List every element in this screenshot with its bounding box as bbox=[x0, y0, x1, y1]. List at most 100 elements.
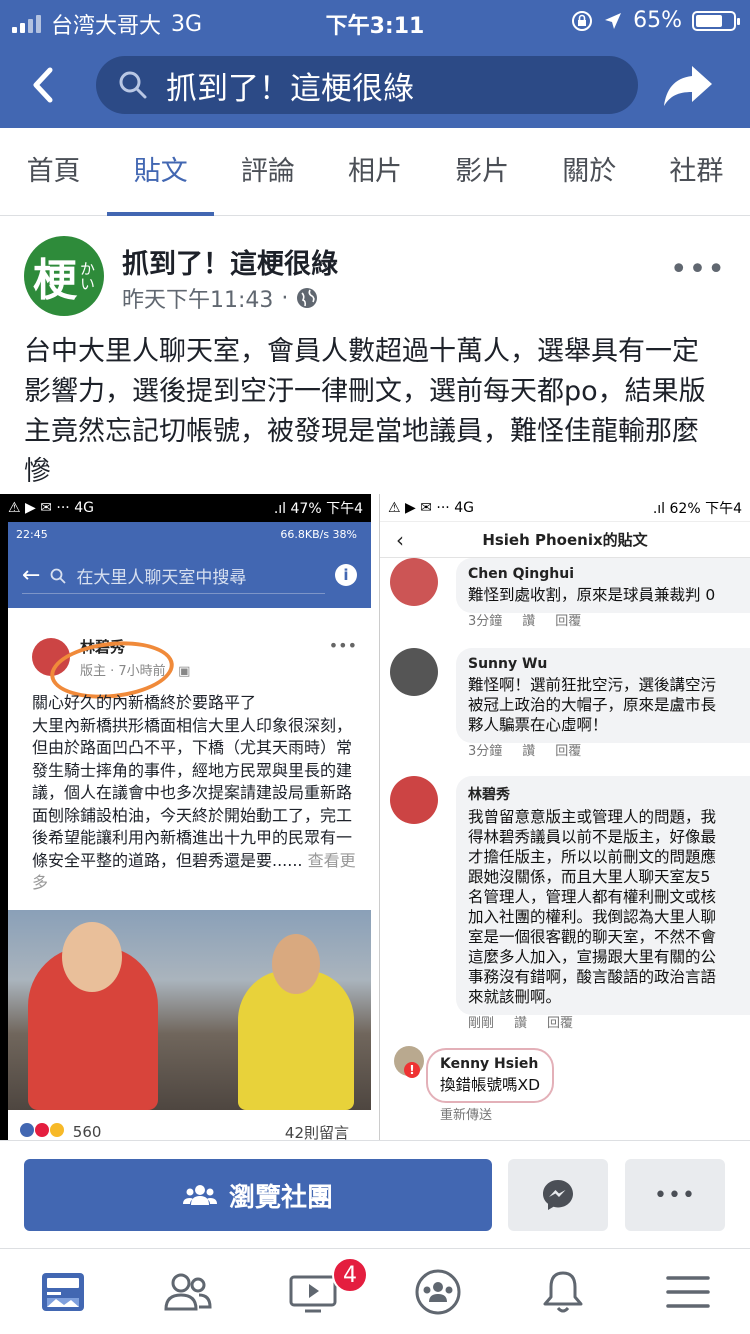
right-screenshot[interactable]: ⚠ ▶ ✉ ··· 4G .ıl 62% 下午4 ‹ Hsieh Phoenix… bbox=[379, 494, 750, 1140]
left-reactions-row: 560 42則留言 bbox=[20, 1114, 363, 1140]
browse-group-label: 瀏覽社團 bbox=[228, 1182, 333, 1213]
back-arrow-icon[interactable] bbox=[20, 60, 70, 110]
right-status-left: ⚠ ▶ ✉ ··· 4G bbox=[388, 499, 474, 516]
left-search-icon bbox=[51, 568, 67, 584]
comment-avatar bbox=[390, 558, 438, 606]
comment-reply: 回覆 bbox=[555, 744, 582, 759]
page-name[interactable]: 抓到了！這梗很綠 bbox=[122, 242, 338, 281]
more-options-icon[interactable]: ••• bbox=[670, 252, 726, 287]
left-info-icon: i bbox=[335, 564, 357, 586]
comment-actions: 3分鐘 讚 回覆 bbox=[468, 740, 581, 759]
bell-icon bbox=[543, 1271, 582, 1312]
kenny-name: Kenny Hsieh bbox=[440, 1056, 539, 1072]
right-title: Hsieh Phoenix的貼文 bbox=[482, 531, 648, 549]
tab-posts[interactable]: 貼文 bbox=[107, 128, 215, 216]
avatar-small-text: かい bbox=[78, 261, 96, 291]
post-meta: 昨天下午11:43 · bbox=[122, 282, 318, 314]
nav-menu[interactable] bbox=[625, 1249, 750, 1334]
comment-author: Sunny Wu bbox=[468, 656, 548, 672]
tab-community[interactable]: 社群 bbox=[643, 128, 750, 215]
left-search-placeholder: 在大里人聊天室中搜尋 bbox=[76, 568, 247, 588]
avatar-char: 梗 bbox=[33, 255, 77, 306]
tab-videos[interactable]: 影片 bbox=[429, 128, 536, 215]
nav-friends[interactable] bbox=[125, 1249, 250, 1334]
post-images[interactable]: ⚠ ▶ ✉ ··· 4G .ıl 47% 下午4 22:45 66.8KB/s … bbox=[0, 494, 750, 1140]
nav-notifications[interactable] bbox=[500, 1249, 625, 1334]
left-inner-status: 66.8KB/s 38% bbox=[280, 528, 357, 541]
messenger-icon bbox=[543, 1180, 573, 1210]
status-right: 65% bbox=[571, 8, 740, 33]
post-header: 梗 かい 抓到了！這梗很綠 昨天下午11:43 · ••• bbox=[24, 236, 726, 316]
left-inner-time: 22:45 bbox=[16, 528, 48, 541]
comment-avatar bbox=[390, 776, 438, 824]
kenny-bubble: Kenny Hsieh 換錯帳號嗎XD bbox=[426, 1048, 555, 1103]
right-comments: Chen Qinghui 難怪到處收割，原來是球員兼裁判 0 3分鐘 讚 回覆 … bbox=[380, 558, 750, 1140]
browse-group-button[interactable]: 瀏覽社團 bbox=[24, 1159, 492, 1231]
right-back-icon: ‹ bbox=[396, 527, 404, 552]
battery-icon bbox=[692, 10, 740, 31]
page-tabs: 首頁 貼文 評論 相片 影片 關於 社群 bbox=[0, 128, 750, 216]
search-input[interactable]: 抓到了！這梗很綠 bbox=[96, 56, 638, 114]
messenger-button[interactable] bbox=[508, 1159, 608, 1231]
group-icon bbox=[182, 1185, 217, 1205]
watch-badge: 4 bbox=[332, 1257, 368, 1293]
right-header: ‹ Hsieh Phoenix的貼文 bbox=[380, 522, 750, 558]
comment-time: 剛剛 bbox=[468, 1016, 495, 1031]
reaction-icons bbox=[20, 1123, 64, 1137]
left-reactions: 560 bbox=[20, 1123, 101, 1140]
post-text: 台中大里人聊天室，會員人數超過十萬人，選舉具有一定影響力，選後提到空汙一律刪文，… bbox=[24, 336, 706, 487]
comment-author: Chen Qinghui bbox=[468, 566, 574, 582]
tab-home[interactable]: 首頁 bbox=[0, 128, 107, 215]
comment-reply: 回覆 bbox=[547, 1016, 574, 1031]
left-phone-status: ⚠ ▶ ✉ ··· 4G .ıl 47% 下午4 bbox=[0, 494, 371, 522]
tab-reviews[interactable]: 評論 bbox=[214, 128, 321, 215]
nav-news-feed[interactable] bbox=[0, 1249, 125, 1334]
more-actions-button[interactable]: ••• bbox=[625, 1159, 725, 1231]
photo-woman bbox=[28, 922, 158, 1110]
comment-author: 林碧秀 bbox=[468, 787, 510, 803]
friends-icon bbox=[163, 1273, 212, 1310]
comment-text: 難怪啊！選前狂批空污，選後講空污 被冠上政治的大帽子，原來是盧市長 夥人騙票在心… bbox=[468, 676, 717, 734]
comment-time: 3分鐘 bbox=[468, 614, 503, 629]
left-post-photo bbox=[8, 910, 371, 1110]
battery-percent: 65% bbox=[633, 8, 682, 33]
comment-time: 3分鐘 bbox=[468, 744, 503, 759]
nav-watch[interactable]: 4 bbox=[250, 1249, 375, 1334]
bottom-nav: 4 bbox=[0, 1248, 750, 1334]
left-post-body: 關心好久的內新橋終於要路平了 大里內新橋拱形橋面相信大里人印象很深刻，但由於路面… bbox=[32, 692, 359, 895]
left-body-text: 關心好久的內新橋終於要路平了 大里內新橋拱形橋面相信大里人印象很深刻，但由於路面… bbox=[32, 693, 353, 870]
share-icon[interactable] bbox=[662, 62, 714, 110]
groups-icon bbox=[415, 1269, 460, 1314]
tab-about[interactable]: 關於 bbox=[536, 128, 643, 215]
comment-like: 讚 bbox=[522, 614, 536, 629]
comment-text: 我曾留意意版主或管理人的問題，我 得林碧秀議員以前不是版主，好像最 才擔任版主，… bbox=[468, 808, 717, 1006]
page-avatar[interactable]: 梗 かい bbox=[24, 236, 104, 316]
watch-video-icon bbox=[289, 1275, 336, 1312]
left-fb-view: 22:45 66.8KB/s 38% ← 在大里人聊天室中搜尋 i 林碧秀 版主… bbox=[8, 522, 371, 1140]
left-post-card: 林碧秀 版主 · 7小時前 · ▣ ••• 關心好久的內新橋終於要路平了 大里內… bbox=[8, 628, 371, 1140]
left-fb-bar: 22:45 66.8KB/s 38% ← 在大里人聊天室中搜尋 i bbox=[8, 522, 371, 608]
search-icon bbox=[119, 71, 147, 99]
comment-avatar bbox=[390, 648, 438, 696]
comment-actions: 3分鐘 讚 回覆 bbox=[468, 610, 581, 629]
more-actions-icon: ••• bbox=[654, 1182, 696, 1208]
comment-reply: 回覆 bbox=[555, 614, 582, 629]
left-status-right: .ıl 47% 下午4 bbox=[273, 501, 363, 517]
rotation-lock-icon bbox=[572, 10, 593, 31]
nav-groups[interactable] bbox=[375, 1249, 500, 1334]
photo-man bbox=[238, 934, 354, 1110]
tab-photos[interactable]: 相片 bbox=[321, 128, 428, 215]
error-icon: ! bbox=[404, 1062, 420, 1078]
status-bar: 台湾大哥大 3G 下午3:11 65% bbox=[0, 0, 750, 40]
menu-icon bbox=[665, 1275, 710, 1308]
left-reaction-count: 560 bbox=[72, 1123, 102, 1140]
comment-bubble: Sunny Wu 難怪啊！選前狂批空污，選後講空污 被冠上政治的大帽子，原來是盧… bbox=[456, 648, 750, 743]
left-screenshot[interactable]: ⚠ ▶ ✉ ··· 4G .ıl 47% 下午4 22:45 66.8KB/s … bbox=[0, 494, 371, 1140]
comment-bubble: 林碧秀 我曾留意意版主或管理人的問題，我 得林碧秀議員以前不是版主，好像最 才擔… bbox=[456, 776, 750, 1015]
meta-separator: · bbox=[281, 285, 289, 311]
post-timestamp[interactable]: 昨天下午11:43 bbox=[122, 282, 273, 314]
left-back-icon: ← bbox=[22, 563, 41, 588]
left-comment-count: 42則留言 bbox=[284, 1123, 349, 1141]
right-status-right: .ıl 62% 下午4 bbox=[652, 500, 742, 517]
nav-bar: 抓到了！這梗很綠 bbox=[0, 40, 750, 128]
